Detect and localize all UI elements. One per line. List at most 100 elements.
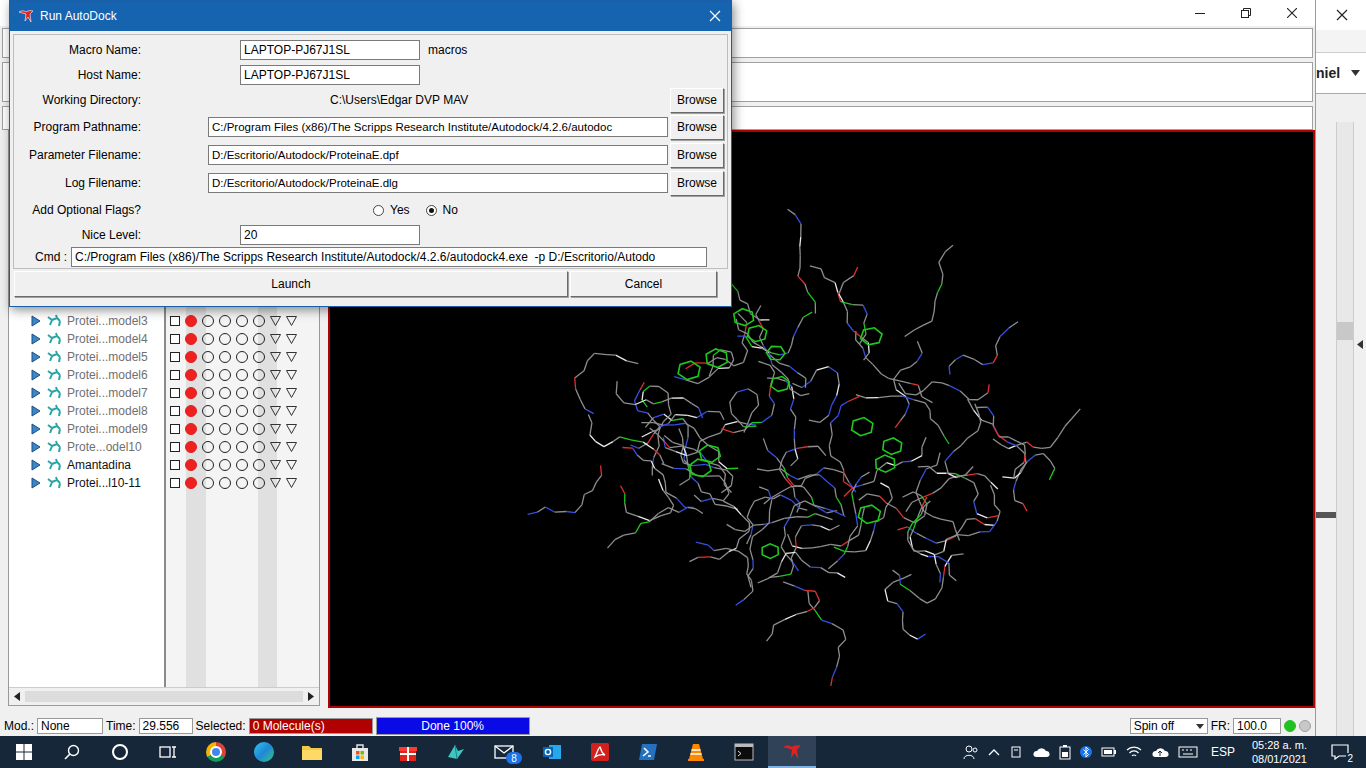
dialog-title-bar[interactable]: Run AutoDock xyxy=(10,1,731,31)
bluetooth-icon[interactable] xyxy=(1080,744,1092,760)
color-triangle-icon[interactable] xyxy=(286,460,297,470)
notification-button[interactable]: 2 xyxy=(1320,736,1360,768)
browse-button[interactable]: Browse xyxy=(670,88,724,113)
cmd-button[interactable] xyxy=(720,736,768,768)
show-toggle[interactable] xyxy=(185,333,197,345)
display-toggle[interactable] xyxy=(253,405,265,417)
acrobat-button[interactable] xyxy=(576,736,624,768)
color-triangle-icon[interactable] xyxy=(286,478,297,488)
nice-level-field[interactable]: 20 xyxy=(240,225,420,245)
display-toggle[interactable] xyxy=(219,351,231,363)
show-toggle[interactable] xyxy=(185,369,197,381)
search-button[interactable] xyxy=(48,736,96,768)
dialog-button[interactable]: Cancel xyxy=(570,271,717,297)
display-toggle[interactable] xyxy=(253,315,265,327)
select-checkbox[interactable] xyxy=(170,424,180,434)
explorer-button[interactable] xyxy=(288,736,336,768)
display-toggle[interactable] xyxy=(236,387,248,399)
battery-saver-icon[interactable] xyxy=(1059,744,1071,760)
display-toggle[interactable] xyxy=(253,387,265,399)
wifi-icon[interactable] xyxy=(1126,745,1142,759)
display-toggle[interactable] xyxy=(236,351,248,363)
show-toggle[interactable] xyxy=(185,405,197,417)
radio-option[interactable]: Yes xyxy=(373,203,410,217)
display-toggle[interactable] xyxy=(219,477,231,489)
display-toggle[interactable] xyxy=(219,387,231,399)
dialog-button[interactable]: Launch xyxy=(14,271,568,297)
edge-button[interactable] xyxy=(240,736,288,768)
select-checkbox[interactable] xyxy=(170,442,180,452)
show-toggle[interactable] xyxy=(185,459,197,471)
cmd-field[interactable]: C:/Program Files (x86)/The Scripps Resea… xyxy=(71,247,707,267)
cortana-button[interactable] xyxy=(96,736,144,768)
molecule-row[interactable]: Protei...model7 xyxy=(9,384,319,402)
restore-button[interactable] xyxy=(1223,0,1269,26)
close-icon[interactable] xyxy=(709,10,721,22)
show-hidden-icon[interactable] xyxy=(988,748,1000,756)
show-toggle[interactable] xyxy=(185,387,197,399)
radio-option[interactable]: No xyxy=(426,203,458,217)
color-triangle-icon[interactable] xyxy=(270,460,281,470)
display-toggle[interactable] xyxy=(253,333,265,345)
display-toggle[interactable] xyxy=(236,441,248,453)
display-toggle[interactable] xyxy=(253,477,265,489)
show-toggle[interactable] xyxy=(185,477,197,489)
display-toggle[interactable] xyxy=(253,441,265,453)
display-toggle[interactable] xyxy=(202,405,214,417)
display-toggle[interactable] xyxy=(236,423,248,435)
molecule-row[interactable]: Protei...l10-11 xyxy=(9,474,319,492)
collapse-arrow-icon[interactable] xyxy=(1357,340,1363,349)
select-checkbox[interactable] xyxy=(170,478,180,488)
select-checkbox[interactable] xyxy=(170,406,180,416)
molecule-row[interactable]: Protei...model3 xyxy=(9,312,319,330)
color-triangle-icon[interactable] xyxy=(270,334,281,344)
mail-button[interactable]: 8 xyxy=(480,736,528,768)
battery-icon[interactable] xyxy=(1101,745,1117,759)
display-toggle[interactable] xyxy=(236,459,248,471)
molecule-row[interactable]: Protei...model6 xyxy=(9,366,319,384)
expand-icon[interactable] xyxy=(31,441,41,453)
select-checkbox[interactable] xyxy=(170,316,180,326)
color-triangle-icon[interactable] xyxy=(270,424,281,434)
scroll-track[interactable] xyxy=(25,691,303,702)
select-checkbox[interactable] xyxy=(170,352,180,362)
start-button[interactable] xyxy=(0,736,48,768)
gift-button[interactable] xyxy=(384,736,432,768)
show-toggle[interactable] xyxy=(185,423,197,435)
browse-button[interactable]: Browse xyxy=(670,143,724,168)
display-toggle[interactable] xyxy=(236,369,248,381)
display-toggle[interactable] xyxy=(236,405,248,417)
display-toggle[interactable] xyxy=(202,477,214,489)
display-toggle[interactable] xyxy=(219,369,231,381)
display-toggle[interactable] xyxy=(219,423,231,435)
color-triangle-icon[interactable] xyxy=(270,352,281,362)
app-button[interactable] xyxy=(432,736,480,768)
display-toggle[interactable] xyxy=(219,315,231,327)
color-triangle-icon[interactable] xyxy=(286,388,297,398)
color-triangle-icon[interactable] xyxy=(270,442,281,452)
language-indicator[interactable]: ESP xyxy=(1207,745,1239,759)
people-icon[interactable] xyxy=(963,744,979,760)
molecule-row[interactable]: Protei...model4 xyxy=(9,330,319,348)
molecule-row[interactable]: Protei...model9 xyxy=(9,420,319,438)
powershell-button[interactable] xyxy=(624,736,672,768)
color-triangle-icon[interactable] xyxy=(286,316,297,326)
display-toggle[interactable] xyxy=(253,459,265,471)
display-toggle[interactable] xyxy=(202,351,214,363)
expand-icon[interactable] xyxy=(31,369,41,381)
display-toggle[interactable] xyxy=(202,387,214,399)
color-triangle-icon[interactable] xyxy=(270,406,281,416)
close-button[interactable] xyxy=(1269,0,1315,26)
radio-button[interactable] xyxy=(373,205,384,216)
file-field[interactable]: C:/Program Files (x86)/The Scripps Resea… xyxy=(208,117,668,137)
display-toggle[interactable] xyxy=(253,351,265,363)
color-triangle-icon[interactable] xyxy=(286,406,297,416)
display-toggle[interactable] xyxy=(253,423,265,435)
vlc-button[interactable] xyxy=(672,736,720,768)
scroll-left-icon[interactable] xyxy=(13,692,21,701)
display-toggle[interactable] xyxy=(219,441,231,453)
close-icon[interactable] xyxy=(1336,9,1348,21)
task-view-button[interactable] xyxy=(144,736,192,768)
side-combo[interactable]: niel xyxy=(1316,53,1366,94)
browse-button[interactable]: Browse xyxy=(670,171,724,196)
